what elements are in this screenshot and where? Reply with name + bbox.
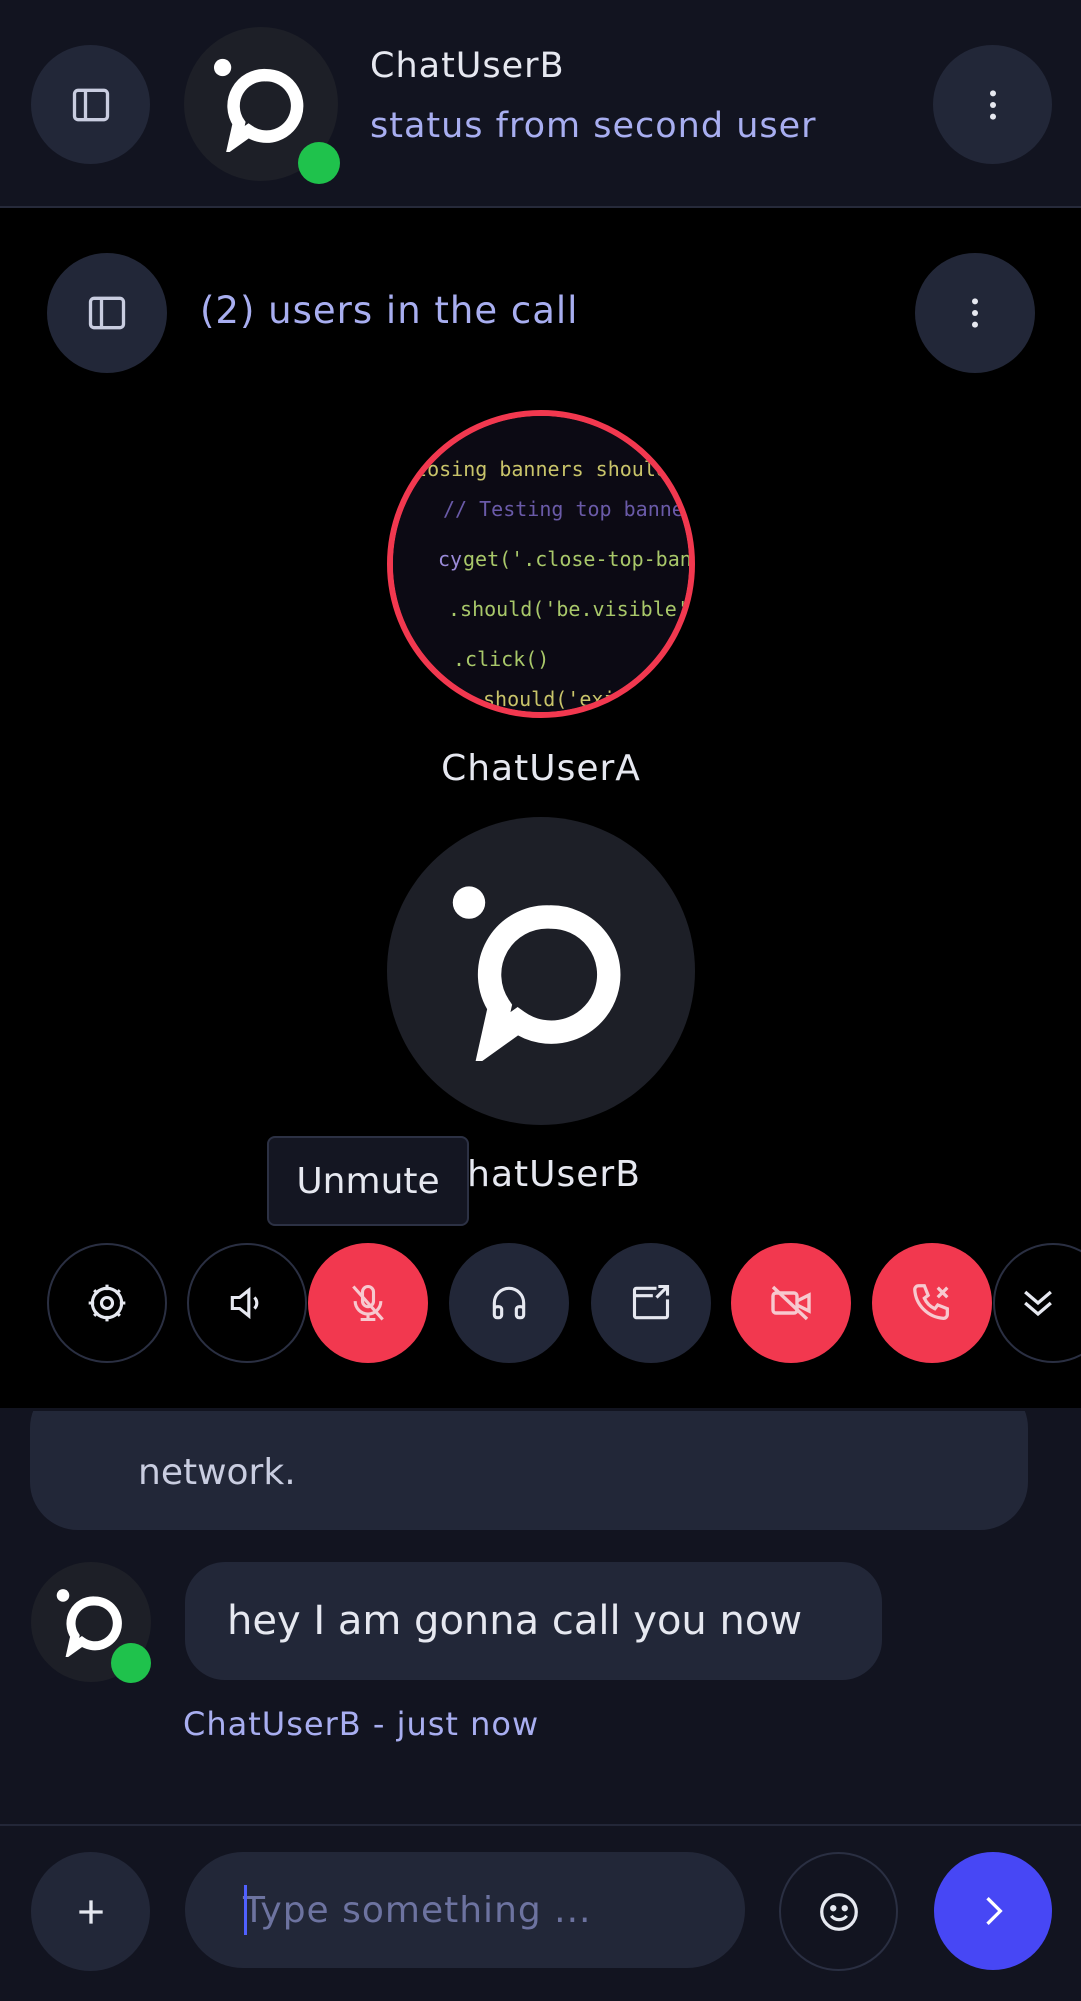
send-button[interactable]	[934, 1852, 1052, 1970]
video-toggle-button[interactable]	[731, 1243, 851, 1363]
call-sidebar-toggle-button[interactable]	[47, 253, 167, 373]
svg-text:.click(): .click()	[453, 647, 549, 671]
add-attachment-button[interactable]	[31, 1852, 150, 1971]
mic-off-icon	[346, 1281, 390, 1325]
message-input-placeholder: Type something ...	[243, 1889, 592, 1931]
app-logo-icon	[213, 56, 309, 152]
send-chevron-icon	[971, 1889, 1015, 1933]
settings-icon	[85, 1281, 129, 1325]
share-screen-button[interactable]	[591, 1243, 711, 1363]
phone-hangup-icon	[909, 1280, 955, 1326]
call-settings-button[interactable]	[47, 1243, 167, 1363]
header-menu-button[interactable]	[933, 45, 1052, 164]
hang-up-button[interactable]	[872, 1243, 992, 1363]
previous-message-text: network.	[138, 1452, 296, 1493]
text-caret	[244, 1885, 247, 1935]
chat-header: ChatUserB status from second user	[0, 0, 1081, 208]
participant-avatar-chatusera: closing banners should close banners // …	[387, 410, 695, 718]
plus-icon	[71, 1892, 111, 1932]
svg-text:// Testing top banner: // Testing top banner	[443, 497, 689, 521]
svg-text:get('.close-top-banner-btn'): get('.close-top-banner-btn')	[463, 547, 689, 571]
headphones-button[interactable]	[449, 1243, 569, 1363]
more-vertical-icon	[973, 85, 1013, 125]
divider	[0, 1408, 1081, 1411]
online-status-dot	[111, 1643, 151, 1683]
speaker-icon	[225, 1281, 269, 1325]
message-input[interactable]: Type something ...	[185, 1852, 745, 1968]
online-status-dot	[298, 142, 340, 184]
code-screenshot-avatar: closing banners should close banners // …	[393, 416, 689, 712]
message-bubble: hey I am gonna call you now	[185, 1562, 882, 1680]
app-logo-icon	[56, 1587, 126, 1657]
more-vertical-icon	[955, 293, 995, 333]
microphone-toggle-button[interactable]	[308, 1243, 428, 1363]
participant-name-chatusera: ChatUserA	[441, 748, 641, 789]
video-off-icon	[767, 1279, 815, 1327]
share-screen-icon	[629, 1281, 673, 1325]
chat-user-status: status from second user	[370, 106, 817, 146]
call-menu-button[interactable]	[915, 253, 1035, 373]
speaker-button[interactable]	[187, 1243, 307, 1363]
emoji-icon	[816, 1889, 862, 1935]
unmute-tooltip: Unmute	[267, 1136, 469, 1226]
svg-text:.should('be.visible'): .should('be.visible')	[448, 597, 689, 621]
app-logo-icon	[451, 881, 631, 1061]
chat-user-name: ChatUserB	[370, 46, 565, 86]
call-panel	[0, 208, 1081, 1408]
headphones-icon	[487, 1281, 531, 1325]
participant-avatar-chatuserb	[387, 817, 695, 1125]
emoji-button[interactable]	[779, 1852, 898, 1971]
sidebar-toggle-icon	[69, 83, 113, 127]
message-meta: ChatUserB - just now	[183, 1705, 540, 1743]
sidebar-toggle-icon	[85, 291, 129, 335]
svg-text:closing banners should close b: closing banners should close banners	[403, 457, 689, 481]
call-users-count: (2) users in the call	[200, 289, 579, 332]
chevrons-down-icon	[1016, 1281, 1060, 1325]
message-text: hey I am gonna call you now	[227, 1598, 803, 1644]
call-panel-bottom	[0, 1370, 1081, 1408]
svg-text:cy: cy	[438, 547, 462, 571]
sidebar-toggle-button[interactable]	[31, 45, 150, 164]
